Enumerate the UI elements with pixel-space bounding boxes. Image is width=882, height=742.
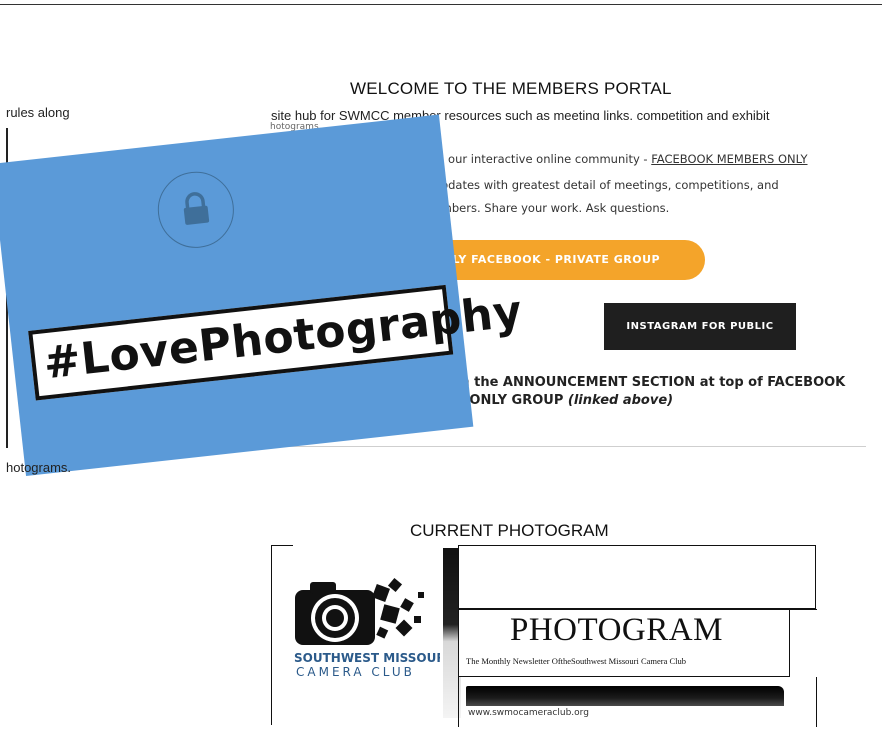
- left-text-fragment: rules along: [6, 105, 70, 120]
- updates-text: ute updates with greatest detail of meet…: [411, 178, 779, 192]
- newsletter-header-box: [458, 545, 816, 609]
- newsletter-title: PHOTOGRAM: [510, 612, 723, 648]
- top-divider: [0, 4, 882, 5]
- instagram-button[interactable]: INSTAGRAM FOR PUBLIC: [604, 303, 796, 350]
- community-text-line: o join our interactive online community …: [413, 152, 808, 166]
- newsletter-border: [271, 545, 293, 546]
- club-website-link[interactable]: www.swmocameraclub.org: [468, 708, 589, 718]
- left-text-fragment-2: hotograms.: [6, 460, 72, 475]
- newsletter-dark-bar: [466, 686, 784, 706]
- newsletter-border-left: [271, 545, 272, 725]
- facebook-members-link[interactable]: FACEBOOK MEMBERS ONLY: [651, 152, 807, 166]
- announcement-note: (linked above): [567, 393, 674, 408]
- logo-line-1: SOUTHWEST MISSOURI: [294, 651, 440, 665]
- graphic-background: #LovePhotography: [0, 114, 525, 477]
- logo-line-2: CAMERA CLUB: [296, 665, 415, 679]
- newsletter-border-right: [790, 609, 817, 610]
- love-photography-graphic: #LovePhotography: [0, 114, 525, 477]
- card-divider: [268, 446, 866, 447]
- camera-club-logo: SOUTHWEST MISSOURI CAMERA CLUB: [290, 560, 450, 680]
- page-title: WELCOME TO THE MEMBERS PORTAL: [350, 79, 672, 98]
- photogram-heading: CURRENT PHOTOGRAM: [410, 521, 609, 540]
- newsletter-subtitle: The Monthly Newsletter OftheSouthwest Mi…: [466, 656, 687, 666]
- lock-icon: [153, 167, 238, 252]
- newsletter-border-left-2: [458, 677, 459, 727]
- newsletter-border-right-2: [816, 677, 817, 727]
- hashtag-label: #LovePhotography: [28, 284, 525, 401]
